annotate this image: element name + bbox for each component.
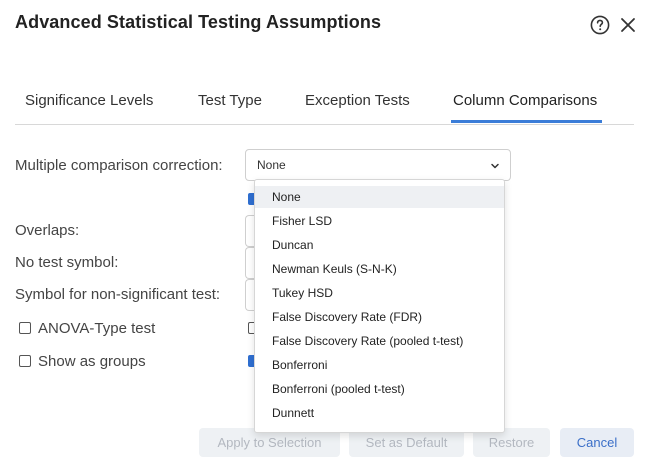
tab-exception-tests[interactable]: Exception Tests — [305, 92, 410, 109]
tab-test-type[interactable]: Test Type — [198, 92, 262, 109]
no-test-symbol-label: No test symbol: — [15, 254, 119, 271]
tab-bar: Significance Levels Test Type Exception … — [15, 84, 634, 125]
anova-checkbox[interactable] — [19, 322, 31, 334]
active-tab-indicator — [451, 120, 602, 123]
overlaps-label: Overlaps: — [15, 222, 80, 239]
dialog-title: Advanced Statistical Testing Assumptions — [15, 12, 382, 32]
correction-select-value: None — [257, 158, 286, 172]
close-icon[interactable] — [619, 16, 637, 34]
dropdown-option-fisher-lsd[interactable]: Fisher LSD — [255, 210, 504, 232]
dropdown-option-dunnett[interactable]: Dunnett — [255, 402, 504, 424]
tab-significance-levels[interactable]: Significance Levels — [25, 92, 153, 109]
chevron-down-icon — [491, 163, 499, 169]
non-significant-symbol-label: Symbol for non-significant test: — [15, 286, 221, 303]
tab-column-comparisons[interactable]: Column Comparisons — [453, 92, 597, 109]
help-circle-icon[interactable] — [590, 15, 610, 35]
correction-dropdown-menu: None Fisher LSD Duncan Newman Keuls (S-N… — [254, 179, 505, 433]
correction-label: Multiple comparison correction: — [15, 157, 223, 174]
dialog: Advanced Statistical Testing Assumptions… — [0, 0, 647, 470]
dropdown-option-tukey-hsd[interactable]: Tukey HSD — [255, 282, 504, 304]
dropdown-option-fdr[interactable]: False Discovery Rate (FDR) — [255, 306, 504, 328]
dropdown-option-bonferroni[interactable]: Bonferroni — [255, 354, 504, 376]
dropdown-option-none[interactable]: None — [255, 186, 504, 208]
show-as-groups-label: Show as groups — [38, 353, 146, 370]
dropdown-option-fdr-pooled[interactable]: False Discovery Rate (pooled t-test) — [255, 330, 504, 352]
dropdown-option-bonferroni-pooled[interactable]: Bonferroni (pooled t-test) — [255, 378, 504, 400]
dropdown-option-newman-keuls[interactable]: Newman Keuls (S-N-K) — [255, 258, 504, 280]
anova-label: ANOVA-Type test — [38, 320, 156, 337]
dropdown-option-duncan[interactable]: Duncan — [255, 234, 504, 256]
correction-select[interactable]: None — [245, 149, 511, 181]
cancel-button[interactable]: Cancel — [560, 428, 634, 457]
show-as-groups-checkbox[interactable] — [19, 355, 31, 367]
